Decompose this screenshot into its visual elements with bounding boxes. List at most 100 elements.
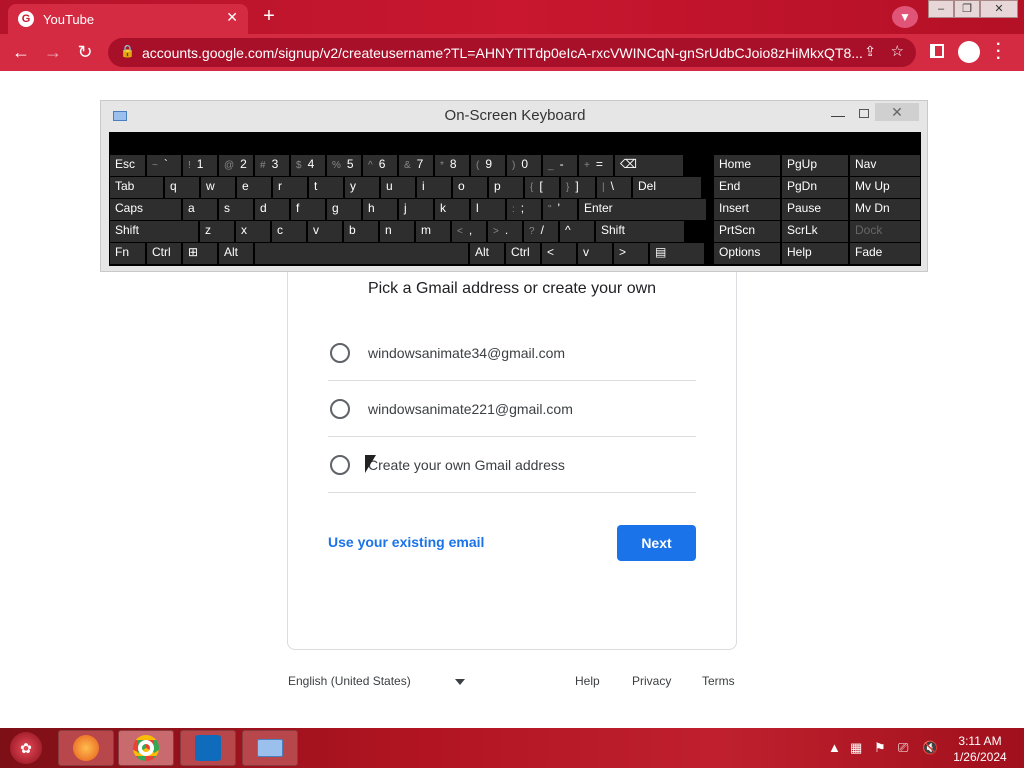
use-existing-email-link[interactable]: Use your existing email <box>328 534 484 550</box>
osk-nav-key[interactable]: PgDn <box>782 177 848 198</box>
osk-key[interactable]: e <box>237 177 271 198</box>
osk-key[interactable]: ) 0 <box>507 155 541 176</box>
osk-key[interactable]: Esc <box>110 155 145 176</box>
osk-key[interactable]: $4 <box>291 155 325 176</box>
osk-key[interactable]: p <box>489 177 523 198</box>
osk-nav-key[interactable]: Nav <box>850 155 920 176</box>
footer-terms-link[interactable]: Terms <box>702 674 735 688</box>
next-button[interactable]: Next <box>617 525 696 561</box>
outlook-taskbar-icon[interactable] <box>180 730 236 766</box>
osk-key[interactable]: d <box>255 199 289 220</box>
volume-muted-icon[interactable]: 🔇 <box>922 740 938 756</box>
bookmark-star-icon[interactable]: ☆ <box>891 42 904 60</box>
osk-key[interactable]: ^ 6 <box>363 155 397 176</box>
minimize-window-button[interactable]: – <box>928 0 954 18</box>
osk-key[interactable]: Caps <box>110 199 181 220</box>
chrome-taskbar-icon[interactable] <box>118 730 174 766</box>
footer-privacy-link[interactable]: Privacy <box>632 674 671 688</box>
address-bar[interactable]: 🔒 accounts.google.com/signup/v2/createus… <box>108 38 916 67</box>
osk-key[interactable]: | \ <box>597 177 631 198</box>
start-button[interactable]: ✿ <box>10 732 42 764</box>
dropdown-caret-icon[interactable] <box>455 679 465 685</box>
osk-key[interactable]: h <box>363 199 397 220</box>
osk-key[interactable]: u <box>381 177 415 198</box>
reload-icon[interactable]: ↻ <box>74 42 96 63</box>
share-icon[interactable]: ⇪ <box>864 43 876 60</box>
osk-nav-key[interactable]: Options <box>714 243 780 264</box>
osk-key[interactable]: ▤ <box>650 243 704 264</box>
osk-taskbar-icon[interactable] <box>242 730 298 766</box>
osk-key[interactable]: w <box>201 177 235 198</box>
osk-nav-key[interactable]: Fade <box>850 243 920 264</box>
osk-key[interactable]: v <box>578 243 612 264</box>
osk-key[interactable]: ! 1 <box>183 155 217 176</box>
option-row[interactable]: Create your own Gmail address <box>328 437 696 493</box>
osk-key[interactable]: Shift <box>596 221 684 242</box>
osk-key[interactable]: Fn <box>110 243 145 264</box>
footer-help-link[interactable]: Help <box>575 674 600 688</box>
osk-key[interactable]: c <box>272 221 306 242</box>
osk-key[interactable]: o <box>453 177 487 198</box>
osk-key[interactable]: g <box>327 199 361 220</box>
radio-button[interactable] <box>330 398 350 419</box>
osk-key[interactable]: j <box>399 199 433 220</box>
osk-key[interactable]: b <box>344 221 378 242</box>
osk-close-button[interactable]: ✕ <box>875 103 919 121</box>
osk-nav-key[interactable]: ScrLk <box>782 221 848 242</box>
osk-key[interactable]: }] <box>561 177 595 198</box>
osk-key[interactable]: Alt <box>470 243 504 264</box>
osk-minimize-button[interactable]: — <box>831 107 845 123</box>
osk-key[interactable]: s <box>219 199 253 220</box>
osk-key[interactable]: :; <box>507 199 541 220</box>
osk-key[interactable]: i <box>417 177 451 198</box>
osk-key[interactable]: {[ <box>525 177 559 198</box>
osk-key[interactable]: Ctrl <box>506 243 540 264</box>
osk-key[interactable]: Tab <box>110 177 163 198</box>
language-selector[interactable]: English (United States) <box>288 674 411 688</box>
network-icon[interactable]: ⎚ <box>898 740 908 756</box>
firefox-taskbar-icon[interactable] <box>58 730 114 766</box>
radio-button[interactable] <box>330 454 350 475</box>
profile-avatar-icon[interactable] <box>958 41 980 63</box>
osk-key[interactable]: Ctrl <box>147 243 181 264</box>
osk-key[interactable]: ^ <box>560 221 594 242</box>
osk-nav-key[interactable]: PgUp <box>782 155 848 176</box>
osk-key[interactable]: < <box>542 243 576 264</box>
taskbar-clock[interactable]: 3:11 AM 1/26/2024 <box>948 733 1012 765</box>
tab-search-icon[interactable]: ▼ <box>892 6 918 28</box>
osk-nav-key[interactable]: Insert <box>714 199 780 220</box>
osk-key[interactable]: _ - <box>543 155 577 176</box>
osk-key[interactable]: > <box>614 243 648 264</box>
osk-key[interactable]: n <box>380 221 414 242</box>
osk-key[interactable]: <, <box>452 221 486 242</box>
osk-key[interactable]: + = <box>579 155 613 176</box>
osk-key[interactable]: t <box>309 177 343 198</box>
osk-key[interactable]: Shift <box>110 221 198 242</box>
osk-key[interactable]: Alt <box>219 243 253 264</box>
osk-key[interactable]: (9 <box>471 155 505 176</box>
close-window-button[interactable]: ✕ <box>980 0 1018 18</box>
osk-key[interactable]: & 7 <box>399 155 433 176</box>
osk-key[interactable]: ⌫ <box>615 155 683 176</box>
forward-icon[interactable]: → <box>42 42 64 63</box>
new-tab-button[interactable]: + <box>256 6 282 28</box>
osk-key[interactable]: #3 <box>255 155 289 176</box>
osk-nav-key[interactable]: Pause <box>782 199 848 220</box>
osk-key[interactable]: m <box>416 221 450 242</box>
osk-key[interactable]: r <box>273 177 307 198</box>
osk-nav-key[interactable]: Dock <box>850 221 920 242</box>
osk-key[interactable]: l <box>471 199 505 220</box>
osk-key[interactable]: @2 <box>219 155 253 176</box>
option-row[interactable]: windowsanimate221@gmail.com <box>328 381 696 437</box>
osk-key[interactable]: x <box>236 221 270 242</box>
restore-window-button[interactable]: ❐ <box>954 0 980 18</box>
flag-icon[interactable]: ⚑ <box>874 740 886 756</box>
osk-key[interactable] <box>255 243 468 264</box>
osk-nav-key[interactable]: Help <box>782 243 848 264</box>
osk-maximize-button[interactable] <box>859 109 869 118</box>
tab-youtube[interactable]: G YouTube ✕ <box>8 4 248 34</box>
osk-key[interactable]: a <box>183 199 217 220</box>
osk-key[interactable]: % 5 <box>327 155 361 176</box>
osk-key[interactable]: k <box>435 199 469 220</box>
osk-key[interactable]: >. <box>488 221 522 242</box>
